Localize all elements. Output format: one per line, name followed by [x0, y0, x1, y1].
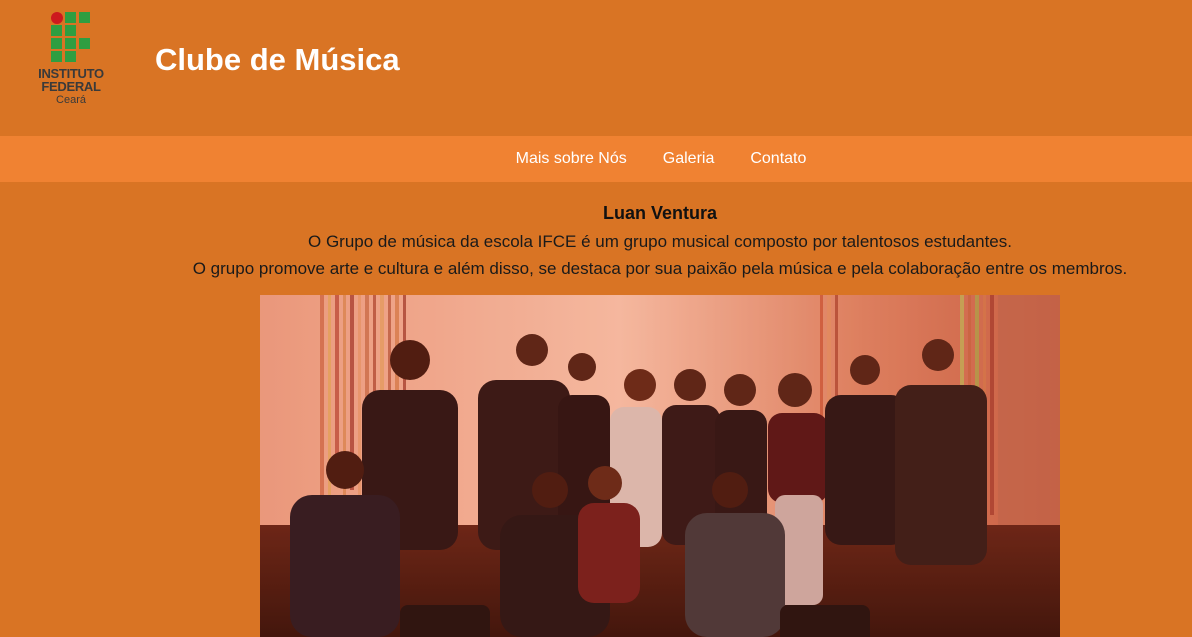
- author-name: Luan Ventura: [602, 203, 718, 223]
- page-title: Clube de Música: [155, 42, 400, 77]
- site-header: INSTITUTO FEDERAL Ceará Clube de Música: [0, 0, 1192, 136]
- ifce-logo[interactable]: INSTITUTO FEDERAL Ceará: [28, 10, 114, 110]
- group-photo: [260, 295, 1060, 637]
- nav-link-contato[interactable]: Contato: [750, 150, 806, 168]
- main-content: Luan Ventura O Grupo de música da escola…: [0, 182, 1192, 282]
- description-paragraph-1: O Grupo de música da escola IFCE é um gr…: [308, 232, 1012, 251]
- group-photo-image: [260, 295, 1060, 637]
- nav-link-galeria[interactable]: Galeria: [663, 150, 715, 168]
- description-paragraph-2: O grupo promove arte e cultura e além di…: [192, 259, 1128, 278]
- logo-grid-icon: [50, 12, 92, 62]
- logo-text-federal: FEDERAL: [41, 79, 101, 94]
- logo-text-ceara: Ceará: [56, 94, 86, 106]
- nav-link-mais-sobre-nos[interactable]: Mais sobre Nós: [516, 150, 627, 168]
- main-nav: Mais sobre Nós Galeria Contato: [0, 136, 1192, 182]
- logo-red-dot: [51, 12, 63, 24]
